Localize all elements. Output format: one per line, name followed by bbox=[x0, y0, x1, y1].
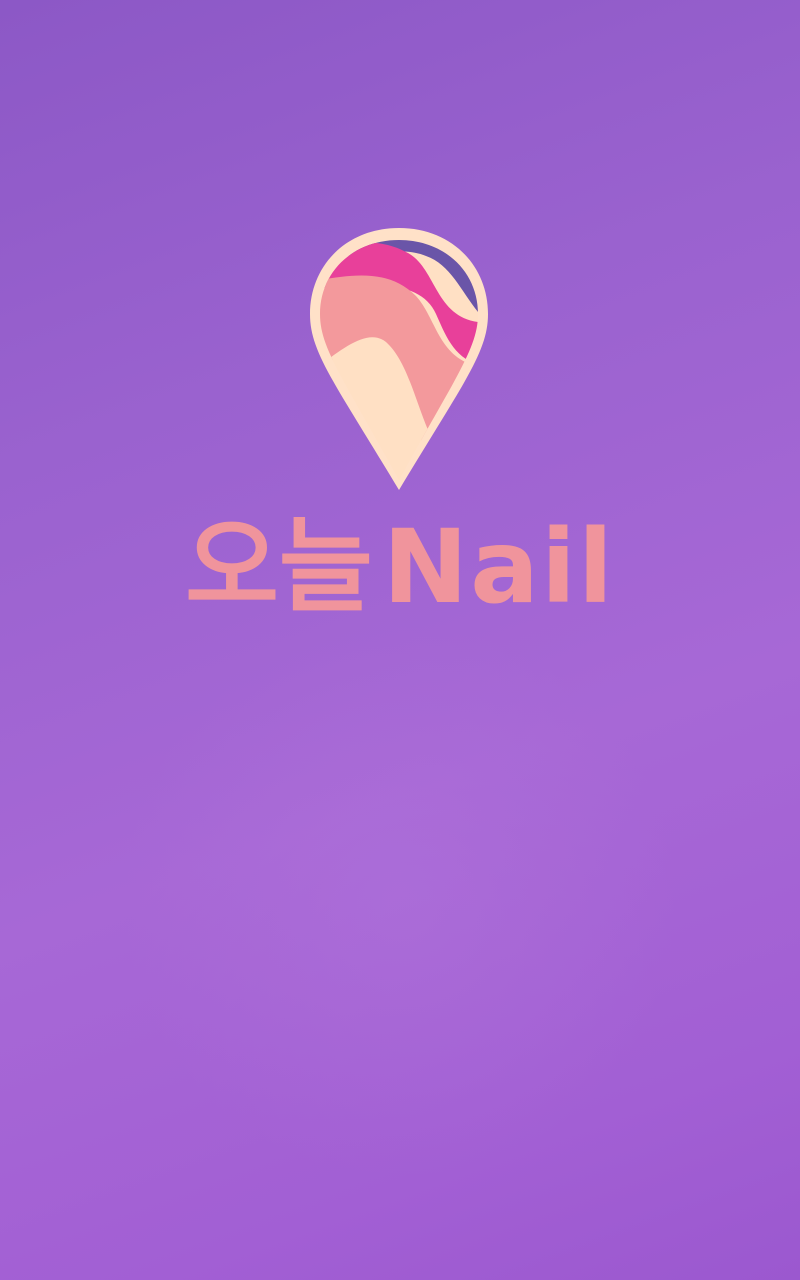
app-brand-title: 오늘Nail bbox=[0, 508, 800, 628]
logo-pin-icon bbox=[306, 226, 492, 492]
brand-korean-text: 오늘 bbox=[185, 508, 373, 627]
brand-english-text: Nail bbox=[382, 508, 615, 627]
splash-screen: 오늘Nail bbox=[0, 0, 800, 1280]
background-glow bbox=[120, 620, 680, 1180]
